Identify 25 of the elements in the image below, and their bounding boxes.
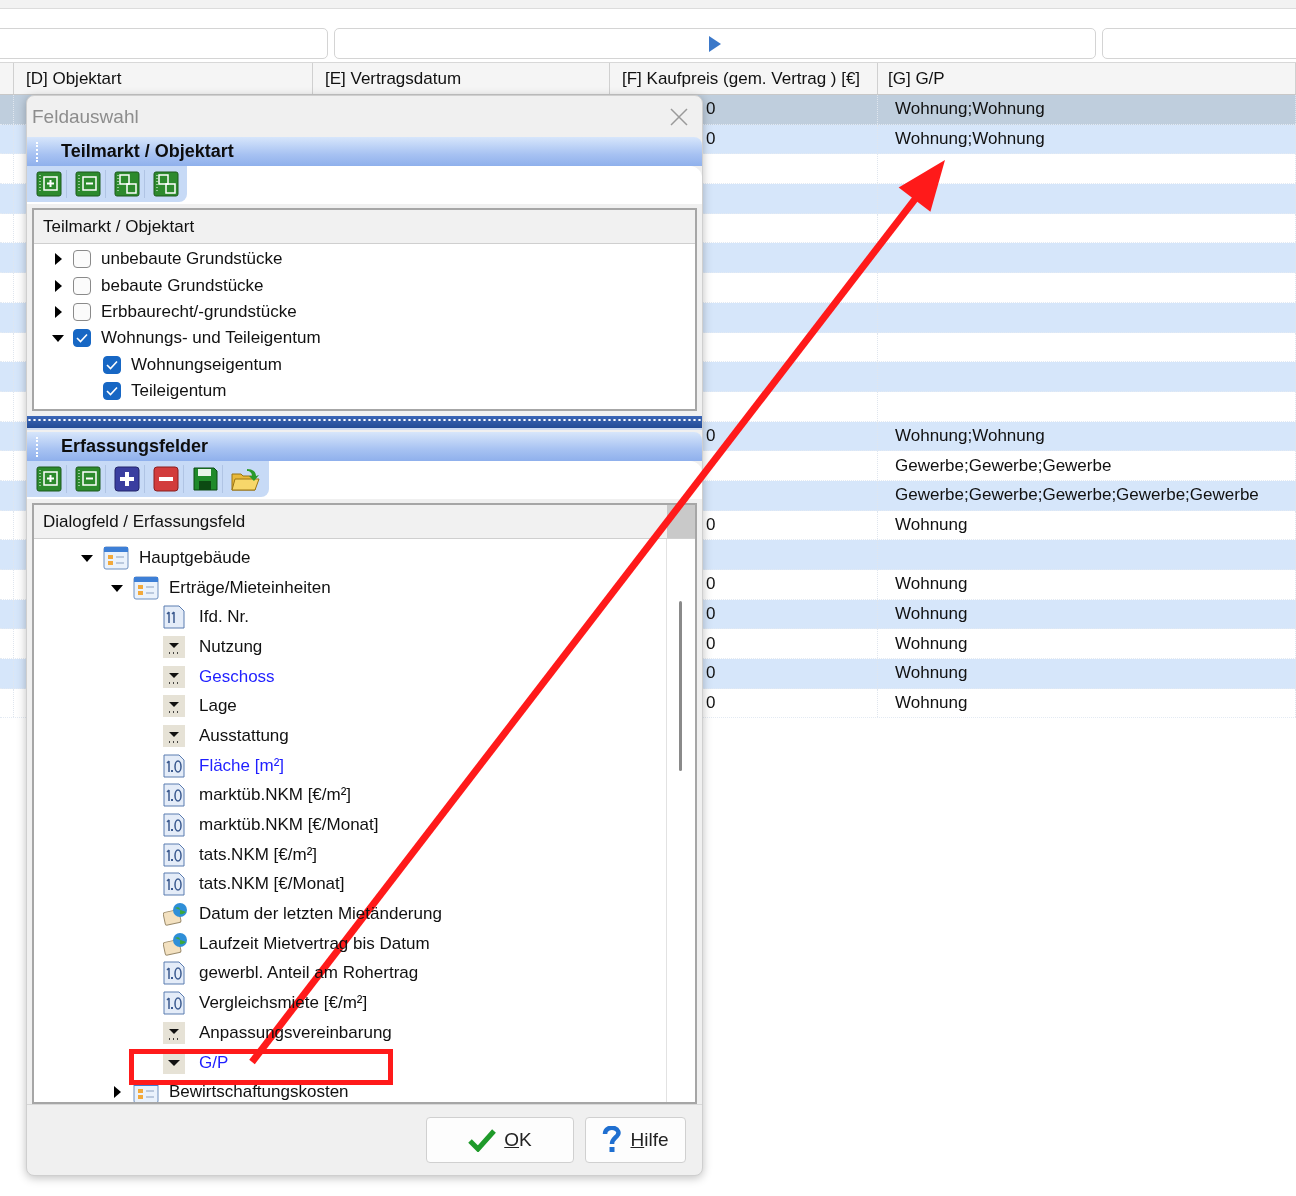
- table-cell: 0: [706, 99, 716, 120]
- table-cell: 0: [706, 693, 716, 714]
- table-cell: Wohnung;Wohnung: [895, 99, 1045, 120]
- table-cell: 0: [706, 514, 716, 535]
- table-cell: Wohnung;Wohnung: [895, 425, 1045, 446]
- table-cell: Wohnung: [895, 514, 968, 535]
- section-title: Teilmarkt / Objektart: [61, 141, 234, 162]
- table-cell: Wohnung: [895, 574, 968, 595]
- table-cell: Gewerbe;Gewerbe;Gewerbe: [895, 455, 1112, 476]
- table-cell: 0: [706, 425, 716, 446]
- window-title: Feldauswahl: [32, 105, 139, 128]
- table-cell: 0: [706, 129, 716, 150]
- tree-header: Teilmarkt / Objektart: [43, 216, 195, 237]
- tree-header: Dialogfeld / Erfassungsfeld: [43, 511, 246, 532]
- table-cell: Wohnung: [895, 693, 968, 714]
- table-cell: Wohnung: [895, 604, 968, 625]
- table-cell: 0: [706, 633, 716, 654]
- table-cell: Wohnung: [895, 663, 968, 684]
- table-cell: Gewerbe;Gewerbe;Gewerbe;Gewerbe;Gewerbe: [895, 485, 1259, 506]
- table-cell: 0: [706, 604, 716, 625]
- section-title: Erfassungsfelder: [61, 436, 209, 457]
- table-cell: 0: [706, 574, 716, 595]
- table-cell: Wohnung: [895, 633, 968, 654]
- table-cell: Wohnung;Wohnung: [895, 129, 1045, 150]
- table-cell: 0: [706, 663, 716, 684]
